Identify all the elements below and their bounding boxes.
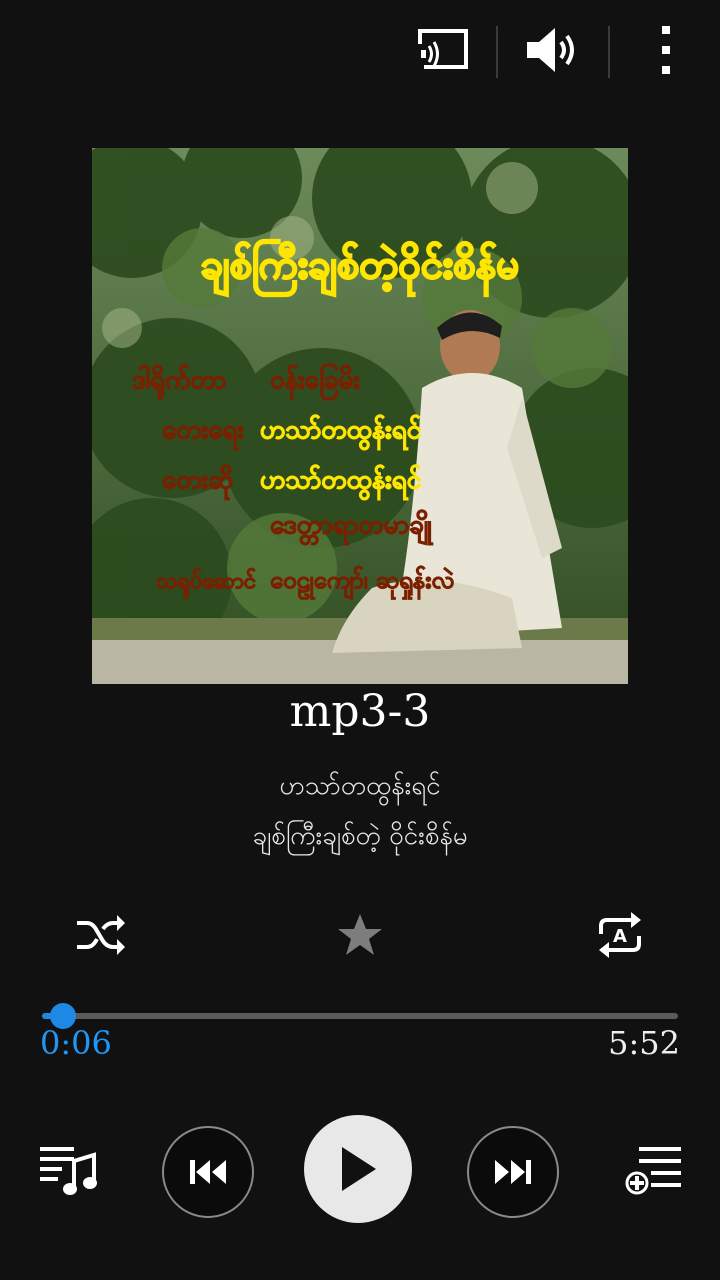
repeat-a-icon[interactable]: A xyxy=(590,905,650,965)
top-action-bar xyxy=(0,0,720,100)
skip-previous-icon xyxy=(190,1160,226,1184)
toolbar-divider xyxy=(496,26,498,78)
playlist-add-icon[interactable] xyxy=(622,1138,686,1202)
seek-bar[interactable] xyxy=(42,1003,678,1029)
artist-name: ဟသာ်တထွန်းရင် xyxy=(279,771,441,801)
toolbar-divider xyxy=(608,26,610,78)
svg-text:A: A xyxy=(613,926,627,947)
total-time: 5:52 xyxy=(608,1024,680,1062)
play-icon xyxy=(342,1147,376,1191)
elapsed-time: 0:06 xyxy=(40,1024,112,1062)
more-vert-icon[interactable] xyxy=(640,22,692,78)
album-name: ချစ်ကြီးချစ်တဲ့ ဝိုင်းစိန်မ xyxy=(252,821,468,851)
volume-icon[interactable] xyxy=(518,22,588,78)
playlist-music-icon[interactable] xyxy=(36,1138,100,1202)
shuffle-icon[interactable] xyxy=(70,905,130,965)
skip-previous-button[interactable] xyxy=(162,1126,254,1218)
skip-next-button[interactable] xyxy=(467,1126,559,1218)
song-title: mp3-3 xyxy=(289,686,431,737)
cast-icon[interactable] xyxy=(410,22,476,78)
star-icon[interactable] xyxy=(330,905,390,965)
album-art: ချစ်ကြီးချစ်တဲ့ဝိုင်းစိန်မ ဒါရိုက်တာ ဝန်… xyxy=(92,148,628,684)
skip-next-icon xyxy=(495,1160,531,1184)
music-player-screen: ချစ်ကြီးချစ်တဲ့ဝိုင်းစိန်မ ဒါရိုက်တာ ဝန်… xyxy=(0,0,720,1280)
play-button[interactable] xyxy=(304,1115,412,1223)
